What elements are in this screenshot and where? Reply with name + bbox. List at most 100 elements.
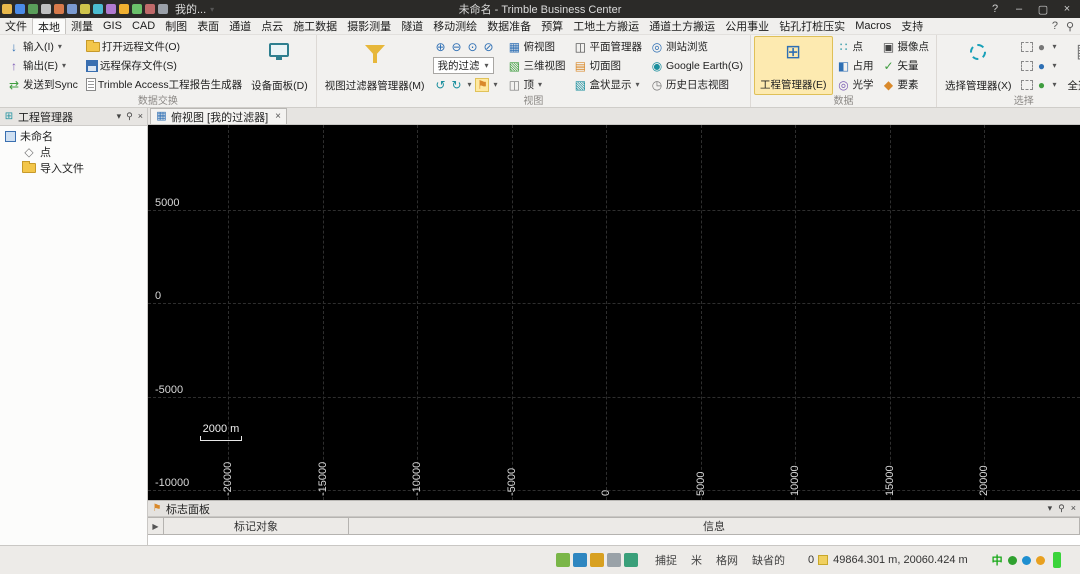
- panel-close-icon[interactable]: ×: [138, 111, 143, 122]
- tab-drafting[interactable]: 制图: [160, 18, 192, 34]
- units-indicator[interactable]: 米: [691, 552, 702, 568]
- pin-icon[interactable]: ⚲: [1058, 503, 1065, 514]
- open-remote-file-button[interactable]: 打开远程文件(O): [84, 37, 244, 56]
- column-header-info[interactable]: 信息: [349, 517, 1080, 535]
- panel-dropdown-icon[interactable]: ▾: [117, 111, 122, 122]
- status-icon-5[interactable]: [624, 553, 638, 567]
- flag-pane-close-icon[interactable]: ×: [1071, 503, 1076, 514]
- default-set-indicator[interactable]: 缺省的: [752, 552, 785, 568]
- qat-icon-1[interactable]: [2, 4, 12, 14]
- save-remote-file-button[interactable]: 远程保存文件(S): [84, 56, 244, 75]
- qat-icon-2[interactable]: [15, 4, 25, 14]
- qat-icon-12[interactable]: [145, 4, 155, 14]
- rotate-left-icon[interactable]: ↺: [433, 78, 447, 92]
- qat-icon-6[interactable]: [67, 4, 77, 14]
- qat-icon-4[interactable]: [41, 4, 51, 14]
- tab-point-cloud[interactable]: 点云: [256, 18, 288, 34]
- select-all-button[interactable]: ▦ 全选(A): [1063, 36, 1080, 95]
- tree-node-project[interactable]: 未命名: [0, 128, 147, 144]
- tab-site-mass-haul[interactable]: 工地土方搬运: [568, 18, 644, 34]
- qat-icon-7[interactable]: [80, 4, 90, 14]
- occupation-button[interactable]: ◧ 占用: [835, 56, 876, 75]
- device-panel-button[interactable]: 设备面板(D): [246, 36, 313, 95]
- vectors-button[interactable]: ✓ 矢量: [880, 56, 932, 75]
- tab-gis[interactable]: GIS: [98, 18, 127, 34]
- help-button[interactable]: ?: [984, 3, 1006, 16]
- qat-icon-5[interactable]: [54, 4, 64, 14]
- selection-option-3[interactable]: ● ▾: [1019, 75, 1061, 94]
- zoom-in-icon[interactable]: ⊕: [433, 40, 447, 54]
- tab-survey[interactable]: 测量: [66, 18, 98, 34]
- trimble-access-report-button[interactable]: Trimble Access工程报告生成器: [84, 75, 244, 94]
- tab-tunnel[interactable]: 隧道: [396, 18, 428, 34]
- status-icon-1[interactable]: [556, 553, 570, 567]
- close-button[interactable]: ×: [1056, 3, 1078, 16]
- optics-button[interactable]: ◎ 光学: [835, 75, 876, 94]
- 3d-view-button[interactable]: ▧ 三维视图: [505, 56, 567, 75]
- pin-icon[interactable]: ⚲: [126, 111, 133, 122]
- qat-icon-11[interactable]: [132, 4, 142, 14]
- tab-local[interactable]: 本地: [32, 18, 66, 34]
- qat-icon-9[interactable]: [106, 4, 116, 14]
- flag-pane-dropdown-icon[interactable]: ▾: [1048, 503, 1053, 514]
- minimize-button[interactable]: –: [1008, 3, 1030, 16]
- tree-node-points[interactable]: ◇ 点: [0, 144, 147, 160]
- qat-icon-10[interactable]: [119, 4, 129, 14]
- station-view-button[interactable]: ◎ 测站浏览: [648, 37, 745, 56]
- tab-takeoff[interactable]: 预算: [536, 18, 568, 34]
- flag-tool-icon[interactable]: ⚑: [475, 77, 490, 92]
- selection-manager-button[interactable]: 选择管理器(X): [940, 36, 1017, 95]
- ribbon-help-icon[interactable]: ?: [1052, 20, 1058, 32]
- tab-surface[interactable]: 表面: [192, 18, 224, 34]
- tab-file[interactable]: 文件: [0, 18, 32, 34]
- selection-option-1[interactable]: ● ▾: [1019, 37, 1061, 56]
- tab-data-prep[interactable]: 数据准备: [482, 18, 536, 34]
- history-log-button[interactable]: ◷ 历史日志视图: [648, 75, 745, 94]
- tab-mobile-mapping[interactable]: 移动测绘: [428, 18, 482, 34]
- camera-points-button[interactable]: ▣ 摄像点: [880, 37, 932, 56]
- points-button[interactable]: ∷ 点: [835, 37, 876, 56]
- send-to-sync-button[interactable]: ⇄ 发送到Sync: [5, 75, 80, 94]
- rotate-right-icon[interactable]: ↻: [449, 78, 463, 92]
- column-header-marked-objects[interactable]: 标记对象: [164, 517, 349, 535]
- view-filter-combobox[interactable]: 我的过滤 ▾: [433, 57, 495, 74]
- tab-utilities[interactable]: 公用事业: [720, 18, 774, 34]
- zoom-out-icon[interactable]: ⊖: [449, 40, 463, 54]
- status-icon-4[interactable]: [607, 553, 621, 567]
- project-explorer-button[interactable]: ⊞ 工程管理器(E): [754, 36, 833, 95]
- export-button[interactable]: ↑ 输出(E) ▾: [5, 56, 80, 75]
- tab-corridor-mass-haul[interactable]: 通道土方搬运: [644, 18, 720, 34]
- tab-close-icon[interactable]: ×: [275, 111, 281, 122]
- tab-plan-view[interactable]: ▦ 俯视图 [我的过滤器] ×: [150, 108, 288, 124]
- limit-box-button[interactable]: ▧ 盒状显示 ▾: [571, 75, 644, 94]
- tab-cad[interactable]: CAD: [127, 18, 160, 34]
- tab-corridor[interactable]: 通道: [224, 18, 256, 34]
- ribbon-pin-icon[interactable]: ⚲: [1066, 20, 1074, 33]
- maximize-button[interactable]: ▢: [1032, 3, 1054, 16]
- tab-support[interactable]: 支持: [896, 18, 928, 34]
- qat-icon-3[interactable]: [28, 4, 38, 14]
- ime-indicator[interactable]: 中: [992, 552, 1003, 568]
- zoom-extents-icon[interactable]: ⊘: [481, 40, 495, 54]
- grid-toggle[interactable]: 格网: [716, 552, 738, 568]
- tab-drilling-piling[interactable]: 钻孔打桩压实: [774, 18, 850, 34]
- tab-photogrammetry[interactable]: 摄影测量: [342, 18, 396, 34]
- features-button[interactable]: ◆ 要素: [880, 75, 932, 94]
- cutting-plane-view-button[interactable]: ▤ 切面图: [571, 56, 644, 75]
- status-icon-2[interactable]: [573, 553, 587, 567]
- tab-macros[interactable]: Macros: [850, 18, 896, 34]
- zoom-window-icon[interactable]: ⊙: [465, 40, 479, 54]
- snap-toggle[interactable]: 捕捉: [655, 552, 677, 568]
- view-filter-manager-button[interactable]: 视图过滤器管理器(M): [320, 36, 430, 95]
- status-icon-3[interactable]: [590, 553, 604, 567]
- view-filter-dropdown[interactable]: 我的过滤 ▾: [431, 56, 501, 75]
- plan-view-button[interactable]: ▦ 俯视图: [505, 37, 567, 56]
- plane-manager-button[interactable]: ◫ 平面管理器: [571, 37, 644, 56]
- top-view-button[interactable]: ◫ 顶 ▾: [505, 75, 567, 94]
- qat-workspace-dropdown[interactable]: 我的... ▾: [175, 1, 216, 17]
- tab-construction-data[interactable]: 施工数据: [288, 18, 342, 34]
- selection-option-2[interactable]: ● ▾: [1019, 56, 1061, 75]
- plan-view-canvas[interactable]: 5000 0 -5000 -10000 -20000 -15000 -10000…: [148, 125, 1080, 500]
- qat-icon-8[interactable]: [93, 4, 103, 14]
- tree-node-import-files[interactable]: 导入文件: [0, 160, 147, 176]
